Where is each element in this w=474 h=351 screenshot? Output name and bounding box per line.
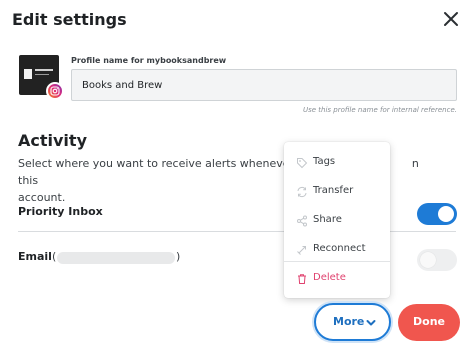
menu-item-reconnect[interactable]: Reconnect: [284, 237, 390, 263]
profile-name-input[interactable]: [71, 69, 457, 101]
trash-icon: [298, 274, 306, 284]
more-menu: Tags Transfer Share Reconnect Delete: [284, 142, 390, 298]
instagram-icon: [46, 82, 64, 100]
done-button-label: Done: [413, 315, 445, 328]
brand-logo-text-line: [35, 74, 49, 75]
toggle-knob: [420, 252, 436, 268]
brand-logo-text-line: [35, 69, 53, 71]
activity-description-line1: Select where you want to receive alerts …: [18, 157, 309, 170]
menu-item-tags[interactable]: Tags: [284, 150, 390, 176]
priority-inbox-toggle[interactable]: [417, 203, 457, 225]
menu-item-delete[interactable]: Delete: [284, 266, 390, 292]
menu-item-label: Transfer: [313, 185, 354, 196]
menu-item-label: Tags: [313, 156, 336, 167]
menu-item-transfer[interactable]: Transfer: [284, 179, 390, 205]
more-button[interactable]: More: [314, 303, 391, 341]
email-address-redacted: [57, 252, 175, 264]
profile-name-label: Profile name for mybooksandbrew: [71, 56, 227, 65]
toggle-knob: [438, 206, 454, 222]
brand-logo-mark: [24, 69, 32, 79]
reconnect-icon: [297, 246, 306, 255]
email-toggle[interactable]: [417, 249, 457, 271]
menu-item-share[interactable]: Share: [284, 208, 390, 234]
chevron-down-icon: [366, 320, 376, 326]
profile-name-helper: Use this profile name for internal refer…: [303, 106, 457, 114]
transfer-icon: [297, 186, 307, 198]
more-button-label: More: [333, 315, 365, 328]
menu-item-label: Share: [313, 214, 342, 225]
tag-icon: [297, 158, 308, 169]
email-paren-close: ): [176, 250, 181, 263]
done-button[interactable]: Done: [398, 304, 460, 341]
activity-heading: Activity: [18, 131, 87, 150]
email-label: Email: [18, 250, 52, 263]
priority-inbox-label: Priority Inbox: [18, 205, 103, 218]
email-paren-open: (: [52, 250, 57, 263]
menu-item-label: Delete: [313, 272, 346, 283]
close-icon[interactable]: [441, 9, 461, 29]
menu-item-label: Reconnect: [313, 243, 366, 254]
share-icon: [297, 215, 307, 227]
divider: [18, 231, 456, 232]
dialog-title: Edit settings: [12, 10, 127, 29]
activity-description-line2: account.: [18, 191, 66, 204]
menu-divider: [284, 261, 390, 262]
